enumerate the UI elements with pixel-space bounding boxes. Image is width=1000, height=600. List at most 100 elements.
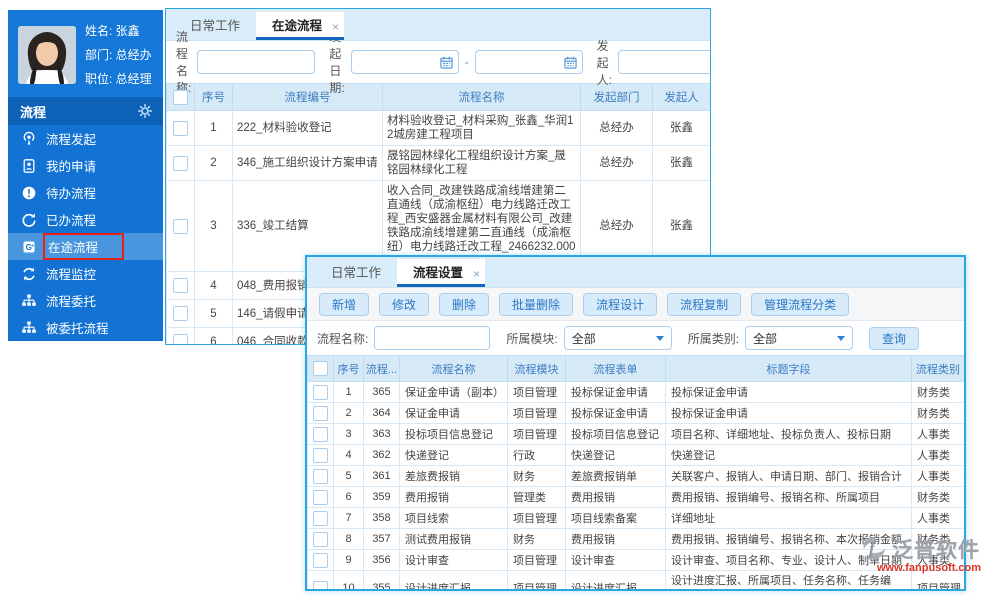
row-checkbox[interactable] xyxy=(173,155,188,171)
sidebar-item-my-applications[interactable]: 我的申请 xyxy=(8,152,163,179)
cell-checkbox xyxy=(166,110,195,146)
cell-checkbox xyxy=(166,327,195,344)
initiator-input[interactable] xyxy=(617,50,710,74)
row-checkbox[interactable] xyxy=(313,510,328,526)
close-icon[interactable] xyxy=(332,13,339,41)
cell-name: 设计审查 xyxy=(399,549,508,571)
row-checkbox[interactable] xyxy=(313,405,328,421)
cell-name: 保证金申请（副本） xyxy=(399,381,508,403)
cell-form: 项目线索备案 xyxy=(565,507,666,529)
cell-no: 7 xyxy=(333,507,364,529)
cell-name: 项目线索 xyxy=(399,507,508,529)
row-checkbox[interactable] xyxy=(313,384,328,400)
cell-dept: 总经办 xyxy=(580,145,653,181)
row-checkbox[interactable] xyxy=(313,489,328,505)
cell-form: 投标保证金申请 xyxy=(565,381,666,403)
tab-daily-work[interactable]: 日常工作 xyxy=(315,259,397,287)
sidebar-title: 流程 xyxy=(20,104,47,120)
manage-category-button[interactable]: 管理流程分类 xyxy=(751,292,850,316)
panel2-toolbar: 新增 修改 删除 批量删除 流程设计 流程复制 管理流程分类 xyxy=(307,288,964,321)
cell-code: 358 xyxy=(363,507,400,529)
close-icon[interactable] xyxy=(473,260,480,288)
cell-title-fields: 快递登记 xyxy=(665,444,912,466)
sidebar-item-done-processes[interactable]: 已办流程 xyxy=(8,206,163,233)
cell-category: 财务类 xyxy=(911,402,964,424)
sidebar-item-process-monitor[interactable]: 流程监控 xyxy=(8,260,163,287)
select-all-checkbox[interactable] xyxy=(313,361,328,376)
delete-button[interactable]: 删除 xyxy=(439,292,490,316)
table-row: 7 358 项目线索 项目管理 项目线索备案 详细地址 人事类 xyxy=(307,507,964,529)
chevron-down-icon xyxy=(655,335,664,341)
row-checkbox[interactable] xyxy=(313,552,328,568)
table-row: 2 364 保证金申请 项目管理 投标保证金申请 投标保证金申请 财务类 xyxy=(307,402,964,424)
row-checkbox[interactable] xyxy=(173,120,188,136)
cell-title-fields: 关联客户、报销人、申请日期、部门、报销合计 xyxy=(665,465,912,487)
sidebar-item-label: 流程发起 xyxy=(46,133,97,147)
cell-module: 项目管理 xyxy=(507,507,566,529)
row-checkbox[interactable] xyxy=(313,531,328,547)
cell-form: 差旅费报销单 xyxy=(565,465,666,487)
panel1-filters: 流程名称: 发起日期: - 发起人: xyxy=(166,30,710,95)
cell-checkbox xyxy=(307,528,334,550)
cell-code: 357 xyxy=(363,528,400,550)
cell-checkbox xyxy=(166,145,195,181)
cell-form: 费用报销 xyxy=(565,528,666,550)
cell-code: 359 xyxy=(363,486,400,508)
tab-inprocess[interactable]: 在途流程 xyxy=(256,12,345,41)
cell-checkbox xyxy=(307,549,334,571)
cell-module: 项目管理 xyxy=(507,570,566,589)
sidebar-item-delegated-processes[interactable]: 被委托流程 xyxy=(8,314,163,341)
row-checkbox[interactable] xyxy=(173,306,188,321)
query-button[interactable]: 查询 xyxy=(869,326,920,350)
panel2-filters: 流程名称: 所属模块: 全部 所属类别: 全部 查询 xyxy=(307,321,964,355)
initiator-label: 发起人: xyxy=(596,38,612,87)
process-design-button[interactable]: 流程设计 xyxy=(583,292,658,316)
process-name-input[interactable] xyxy=(197,50,316,74)
row-checkbox[interactable] xyxy=(173,278,188,293)
row-checkbox[interactable] xyxy=(173,218,188,234)
col-code: 流程编号 xyxy=(232,83,383,111)
row-checkbox[interactable] xyxy=(313,580,328,589)
edit-button[interactable]: 修改 xyxy=(379,292,430,316)
cell-checkbox xyxy=(307,507,334,529)
start-date-from-input[interactable] xyxy=(350,50,459,74)
broadcast-icon xyxy=(21,131,37,147)
profile-position: 职位: 总经理 xyxy=(85,72,152,86)
add-button[interactable]: 新增 xyxy=(319,292,370,316)
row-checkbox[interactable] xyxy=(173,334,188,344)
col-name: 流程名称 xyxy=(382,83,581,111)
process-copy-button[interactable]: 流程复制 xyxy=(667,292,742,316)
cell-code: 363 xyxy=(363,423,400,445)
sidebar-item-process-delegate[interactable]: 流程委托 xyxy=(8,287,163,314)
cell-form: 设计进度汇报 xyxy=(565,570,666,589)
sidebar-item-inprocess[interactable]: G + 在途流程 xyxy=(8,233,163,260)
start-date-to-input[interactable] xyxy=(474,50,583,74)
row-checkbox[interactable] xyxy=(313,426,328,442)
cell-code: 361 xyxy=(363,465,400,487)
cell-code: 364 xyxy=(363,402,400,424)
cell-category: 人事类 xyxy=(911,465,964,487)
row-checkbox[interactable] xyxy=(313,447,328,463)
fanpu-logo-icon: f xyxy=(860,535,890,564)
gear-icon[interactable] xyxy=(137,103,153,119)
sidebar-header: 流程 xyxy=(8,97,163,125)
process-name-input[interactable] xyxy=(374,326,491,350)
tab-label: 流程设置 xyxy=(413,266,464,280)
select-all-checkbox[interactable] xyxy=(173,89,188,105)
sidebar-item-process-start[interactable]: 流程发起 xyxy=(8,125,163,152)
table-header-row: 序号 流程... 流程名称 流程模块 流程表单 标题字段 流程类别 xyxy=(307,355,964,382)
module-select[interactable]: 全部 xyxy=(563,326,672,350)
col-dept: 发起部门 xyxy=(580,83,653,111)
row-checkbox[interactable] xyxy=(313,468,328,484)
process-name-label: 流程名称: xyxy=(176,30,192,95)
inprocess-badge-icon: G + xyxy=(21,239,37,255)
category-select[interactable]: 全部 xyxy=(745,326,854,350)
sidebar-item-todo-processes[interactable]: 待办流程 xyxy=(8,179,163,206)
tab-process-settings[interactable]: 流程设置 xyxy=(397,259,486,288)
cell-code: 356 xyxy=(363,549,400,571)
panel2-tabbar: 日常工作 流程设置 xyxy=(307,257,964,288)
batch-delete-button[interactable]: 批量删除 xyxy=(499,292,574,316)
watermark-url: www.fanpusoft.com xyxy=(876,562,982,574)
cell-category: 人事类 xyxy=(911,423,964,445)
chevron-down-icon xyxy=(837,335,846,341)
